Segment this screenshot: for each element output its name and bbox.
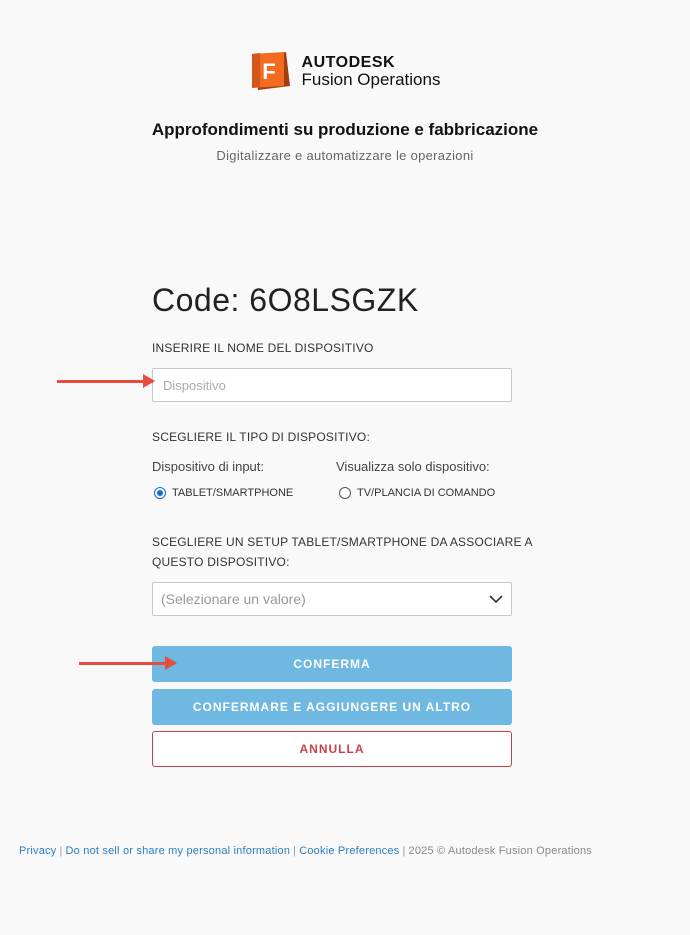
chevron-down-icon [489, 595, 503, 604]
cancel-button[interactable]: ANNULLA [152, 731, 512, 767]
radio-tv-dashboard[interactable]: TV/PLANCIA DI COMANDO [339, 487, 495, 499]
setup-label-line2: QUESTO DISPOSITIVO: [152, 555, 290, 569]
device-code: Code: 6O8LSGZK [152, 282, 419, 318]
do-not-sell-link[interactable]: Do not sell or share my personal informa… [66, 845, 291, 857]
confirm-button[interactable]: CONFERMA [152, 646, 512, 682]
device-name-input[interactable] [152, 368, 512, 402]
radio-button-checked[interactable] [154, 487, 166, 499]
device-name-label: INSERIRE IL NOME DEL DISPOSITIVO [152, 341, 374, 355]
radio-button-unchecked[interactable] [339, 487, 351, 499]
footer-separator: | [402, 845, 406, 857]
setup-label-line1: SCEGLIERE UN SETUP TABLET/SMARTPHONE DA … [152, 535, 533, 549]
input-device-label: Dispositivo di input: [152, 459, 264, 474]
privacy-link[interactable]: Privacy [19, 845, 56, 857]
setup-select[interactable]: (Selezionare un valore) [152, 582, 512, 616]
footer-separator: | [59, 845, 63, 857]
brand-name: AUTODESK [301, 54, 396, 71]
radio-tablet-label: TABLET/SMARTPHONE [172, 487, 294, 499]
view-only-label: Visualizza solo dispositivo: [336, 459, 490, 474]
page-title: Approfondimenti su produzione e fabbrica… [151, 120, 539, 139]
radio-tablet-smartphone[interactable]: TABLET/SMARTPHONE [154, 487, 293, 499]
logo: F AUTODESK Fusion Operations [250, 50, 441, 92]
setup-select-value: (Selezionare un valore) [161, 591, 306, 607]
annotation-arrow-device-name [57, 374, 155, 388]
radio-tv-label: TV/PLANCIA DI COMANDO [357, 487, 496, 499]
footer-separator: | [293, 845, 297, 857]
device-type-label: SCEGLIERE IL TIPO DI DISPOSITIVO: [152, 430, 370, 444]
confirm-add-another-button[interactable]: CONFERMARE E AGGIUNGERE UN ALTRO [152, 689, 512, 725]
svg-text:F: F [262, 59, 275, 84]
annotation-arrow-confirm [79, 656, 177, 670]
cookie-preferences-link[interactable]: Cookie Preferences [299, 845, 399, 857]
copyright-text: 2025 © Autodesk Fusion Operations [408, 845, 592, 857]
product-name: Fusion Operations [301, 70, 441, 89]
footer: Privacy | Do not sell or share my personal… [19, 845, 592, 857]
fusion-logo-icon: F [251, 52, 290, 90]
page-subtitle: Digitalizzare e automatizzare le operazi… [216, 148, 474, 163]
app-header: F AUTODESK Fusion Operations [0, 50, 690, 97]
